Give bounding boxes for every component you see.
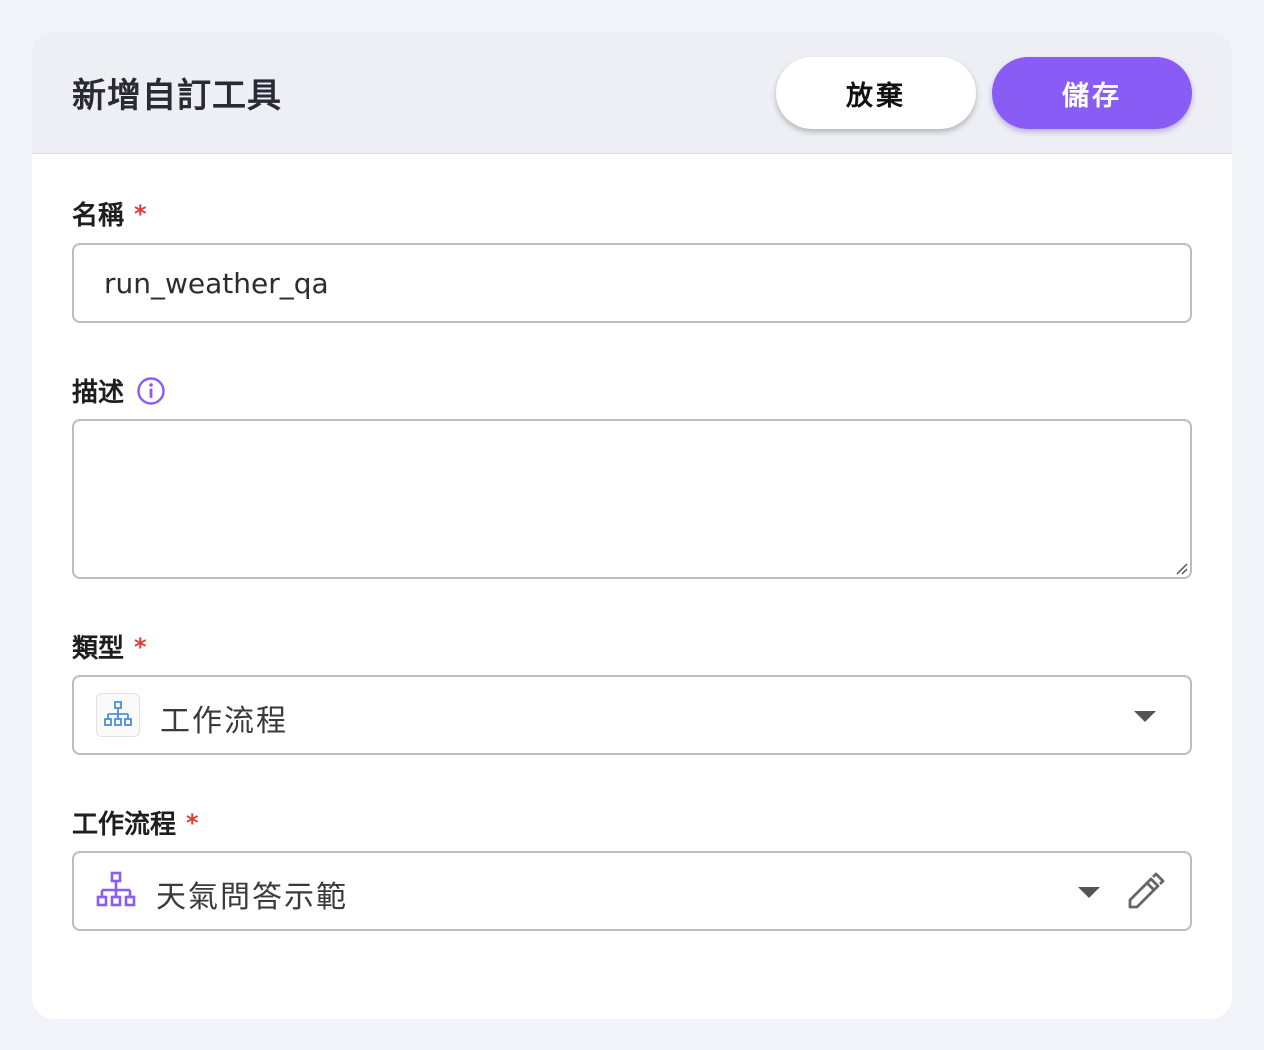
pencil-icon[interactable] <box>1124 871 1166 913</box>
required-mark: * <box>134 199 147 228</box>
name-label-text: 名稱 <box>72 201 125 231</box>
required-mark: * <box>186 808 199 837</box>
save-button[interactable]: 儲存 <box>992 57 1192 129</box>
card-header: 新增自訂工具 放棄 儲存 <box>32 32 1232 154</box>
workflow-icon <box>104 701 132 726</box>
type-label-text: 類型 <box>72 634 125 664</box>
name-label: 名稱 * <box>72 195 147 232</box>
type-icon-box <box>96 693 140 737</box>
workflow-select[interactable]: 天氣問答示範 <box>72 851 1192 931</box>
description-label: 描述 <box>72 372 166 409</box>
resize-handle-icon[interactable] <box>1174 561 1188 575</box>
name-field-box <box>72 243 1192 323</box>
chevron-down-icon[interactable] <box>1134 711 1156 722</box>
description-textarea[interactable] <box>74 421 1190 577</box>
workflow-label-text: 工作流程 <box>72 810 177 840</box>
add-custom-tool-card: 新增自訂工具 放棄 儲存 名稱 * 描述 類型 * <box>32 32 1232 1019</box>
type-select[interactable]: 工作流程 <box>72 675 1192 755</box>
type-label: 類型 * <box>72 628 147 665</box>
description-field-box <box>72 419 1192 579</box>
workflow-icon <box>96 871 136 907</box>
type-select-value: 工作流程 <box>160 704 288 739</box>
workflow-select-value: 天氣問答示範 <box>156 880 348 915</box>
workflow-label: 工作流程 * <box>72 804 199 841</box>
info-icon[interactable] <box>136 376 166 406</box>
description-label-text: 描述 <box>72 378 125 408</box>
chevron-down-icon[interactable] <box>1078 887 1100 898</box>
required-mark: * <box>134 632 147 661</box>
discard-button[interactable]: 放棄 <box>776 57 976 129</box>
page-title: 新增自訂工具 <box>72 76 282 116</box>
name-input[interactable] <box>74 245 1190 321</box>
